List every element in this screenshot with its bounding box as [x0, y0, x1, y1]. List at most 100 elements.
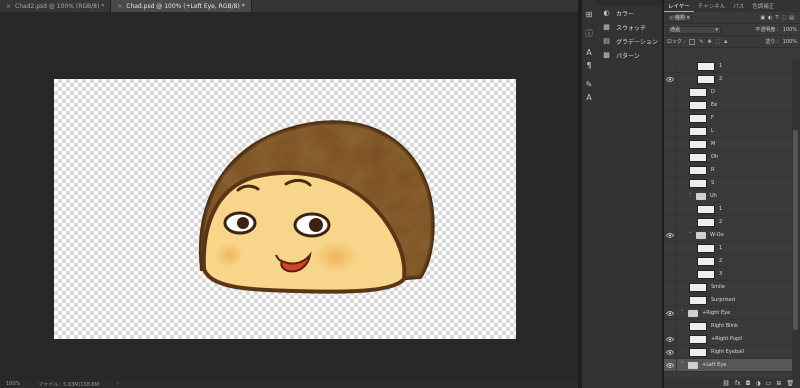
visibility-eye-icon[interactable] [664, 358, 677, 372]
layer-thumbnail[interactable] [689, 152, 707, 162]
layer-name[interactable]: R [711, 167, 714, 173]
layer-thumbnail[interactable] [697, 256, 715, 266]
visibility-eye-icon[interactable] [664, 228, 677, 242]
layer-group-row[interactable]: ˅ W-Oo [664, 228, 792, 242]
layer-name[interactable]: L [711, 128, 714, 134]
visibility-eye-icon[interactable] [664, 176, 677, 190]
layer-thumbnail[interactable] [689, 295, 707, 305]
panel-tab[interactable]: チャンネル [694, 0, 729, 12]
layer-thumbnail[interactable] [689, 178, 707, 188]
layer-filter-select[interactable]: ⌕ 種類 ▾ [667, 13, 693, 22]
layer-thumbnail[interactable] [689, 100, 707, 110]
chevron-down-icon[interactable]: ˅ [689, 193, 696, 199]
visibility-eye-icon[interactable] [664, 85, 677, 99]
fill-input[interactable]: 100% [783, 39, 797, 45]
layer-name[interactable]: Smile [711, 284, 725, 290]
layer-name[interactable]: Ee [711, 102, 717, 108]
document-tab[interactable]: × Chad2.psd @ 100% (RGB/8) * [0, 0, 112, 12]
panel-item[interactable]: ◐ カラー [596, 6, 662, 20]
visibility-eye-icon[interactable] [664, 267, 677, 281]
layer-row[interactable]: Smile [664, 280, 792, 294]
layer-name[interactable]: Surprised [711, 297, 735, 303]
document-canvas[interactable] [54, 79, 516, 339]
layer-thumbnail[interactable] [689, 87, 707, 97]
layer-name[interactable]: S [711, 180, 714, 186]
visibility-eye-icon[interactable] [664, 111, 677, 125]
layer-name[interactable]: D [711, 89, 715, 95]
layer-row[interactable]: L [664, 124, 792, 138]
zoom-readout[interactable]: 100% [6, 381, 20, 387]
visibility-eye-icon[interactable] [664, 345, 677, 359]
layer-row[interactable]: R [664, 163, 792, 177]
layer-name[interactable]: F [711, 115, 714, 121]
layer-name[interactable]: Right Eyeball [711, 349, 744, 355]
layer-group-row[interactable]: ˅ +Right Eye [664, 306, 792, 320]
visibility-eye-icon[interactable] [664, 293, 677, 307]
layer-row[interactable]: 1 [664, 241, 792, 255]
scrollbar-thumb[interactable] [793, 130, 798, 330]
layer-group-row[interactable]: ˅ Uh [664, 189, 792, 203]
layer-row[interactable]: F [664, 111, 792, 125]
layer-row[interactable]: S [664, 176, 792, 190]
layer-row[interactable]: 3 [664, 267, 792, 281]
visibility-eye-icon[interactable] [664, 137, 677, 151]
layer-name[interactable]: W-Oo [710, 232, 724, 238]
layer-thumbnail[interactable] [697, 61, 715, 71]
layer-name[interactable]: +Right Pupil [711, 336, 742, 342]
visibility-eye-icon[interactable] [664, 215, 677, 229]
brush-settings-icon[interactable]: ✎ [582, 78, 596, 91]
panel-tab[interactable]: パス [729, 0, 748, 12]
status-menu-arrow[interactable]: › [117, 381, 119, 387]
layer-name[interactable]: 3 [719, 271, 722, 277]
layer-name[interactable]: Right Blink [711, 323, 738, 329]
paragraph-icon[interactable]: ¶ [582, 59, 596, 72]
layer-list-scrollbar[interactable] [792, 60, 800, 378]
lock-artboard-icon[interactable]: ⬚ [716, 39, 721, 45]
layer-thumbnail[interactable] [689, 113, 707, 123]
layer-row[interactable]: Ee [664, 98, 792, 112]
layer-list[interactable]: 1 2 D Ee F L M Oh R S ˅ Uh 1 2 ˅ W-Oo 1 2 3 Smile Surprised ˅… [664, 60, 792, 378]
canvas-area[interactable] [0, 12, 578, 380]
layer-thumbnail[interactable] [697, 74, 715, 84]
layer-thumbnail[interactable] [697, 204, 715, 214]
opacity-input[interactable]: 100% [783, 27, 797, 33]
chevron-down-icon[interactable]: ˅ [681, 362, 688, 368]
panel-tab[interactable]: 色調補正 [748, 0, 778, 12]
visibility-eye-icon[interactable] [664, 306, 677, 320]
layer-thumbnail[interactable] [689, 334, 707, 344]
layer-row[interactable]: 2 [664, 72, 792, 86]
lock-position-icon[interactable]: ✥ [707, 39, 711, 45]
layer-name[interactable]: 1 [719, 206, 722, 212]
layer-name[interactable]: 2 [719, 219, 722, 225]
panel-tab[interactable]: レイヤー [664, 0, 694, 12]
panel-item[interactable]: ▤ グラデーション [596, 34, 662, 48]
info-icon[interactable]: ⓘ [582, 27, 596, 40]
filter-icons[interactable]: ▣◐T⬚▤ [760, 15, 797, 21]
layer-thumbnail[interactable] [689, 165, 707, 175]
history-icon[interactable]: ⊞ [582, 8, 596, 21]
chevron-down-icon[interactable]: ˅ [689, 232, 696, 238]
layer-name[interactable]: 1 [719, 63, 722, 69]
panel-item[interactable]: ▦ スウォッチ [596, 20, 662, 34]
layer-row[interactable]: Right Eyeball [664, 345, 792, 359]
layer-row[interactable]: +Right Pupil [664, 332, 792, 346]
chevron-down-icon[interactable]: ˅ [681, 310, 688, 316]
layer-thumbnail[interactable] [689, 321, 707, 331]
visibility-eye-icon[interactable] [664, 280, 677, 294]
visibility-eye-icon[interactable] [664, 319, 677, 333]
visibility-eye-icon[interactable] [664, 254, 677, 268]
layer-row[interactable]: Right Blink [664, 319, 792, 333]
layer-name[interactable]: Uh [710, 193, 717, 199]
link-icon[interactable]: ⛓ [722, 380, 730, 387]
layer-name[interactable]: 2 [719, 76, 722, 82]
visibility-eye-icon[interactable] [664, 124, 677, 138]
character-icon[interactable]: A [582, 46, 596, 59]
layer-name[interactable]: M [711, 141, 715, 147]
visibility-eye-icon[interactable] [664, 60, 677, 73]
fx-icon[interactable]: fx [735, 380, 741, 387]
visibility-eye-icon[interactable] [664, 150, 677, 164]
lock-paint-icon[interactable]: ✎ [699, 39, 703, 45]
blend-mode-select[interactable]: 通過 ▾ [667, 25, 721, 34]
visibility-eye-icon[interactable] [664, 241, 677, 255]
layer-row[interactable]: Oh [664, 150, 792, 164]
